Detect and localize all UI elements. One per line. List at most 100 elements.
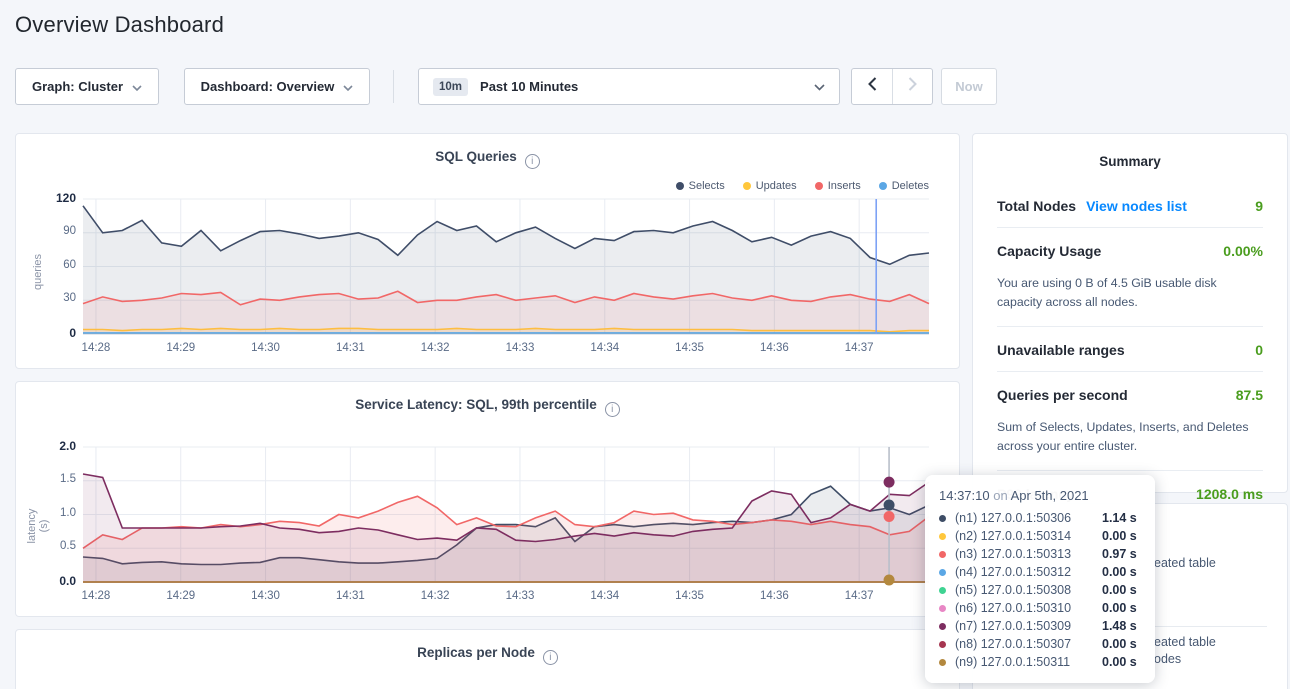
node-dot-icon [939,515,946,522]
node-latency-value: 0.00 s [1102,637,1137,651]
now-button[interactable]: Now [941,68,997,105]
y-axis-tick: 90 [44,225,76,237]
y-axis-tick: 120 [44,191,76,205]
x-axis-tick: 14:28 [72,342,120,354]
time-range-label: Past 10 Minutes [480,79,802,94]
node-latency-value: 1.14 s [1102,511,1137,525]
x-axis-tick: 14:35 [666,342,714,354]
summary-panel: Summary Total Nodes View nodes list 9 Ca… [972,133,1288,493]
y-axis-tick: 0.0 [44,574,76,588]
y-axis-tick: 0 [44,326,76,340]
queries-per-second-description: Sum of Selects, Updates, Inserts, and De… [997,416,1263,470]
x-axis-tick: 14:29 [157,342,205,354]
capacity-usage-row: Capacity Usage 0.00% [997,227,1263,272]
event-text-fragment: eated table [1154,556,1216,570]
x-axis-tick: 14:33 [496,342,544,354]
node-dot-icon [939,587,946,594]
info-icon[interactable]: i [605,402,620,417]
x-axis-tick: 14:29 [157,590,205,602]
node-address: (n5) 127.0.0.1:50308 [955,583,1102,597]
node-address: (n7) 127.0.0.1:50309 [955,619,1102,633]
node-dot-icon [939,569,946,576]
service-latency-chart[interactable] [83,447,929,582]
chevron-down-icon [132,79,142,94]
x-axis-tick: 14:37 [835,342,883,354]
node-dot-icon [939,605,946,612]
node-address: (n2) 127.0.0.1:50314 [955,529,1102,543]
y-axis-tick: 0.5 [44,540,76,552]
page-title: Overview Dashboard [15,12,224,38]
service-latency-title: Service Latency: SQL, 99th percentilei [16,382,959,417]
queries-per-second-row: Queries per second 87.5 [997,371,1263,416]
tooltip-node-row: (n8) 127.0.0.1:503070.00 s [939,635,1141,653]
x-axis-tick: 14:37 [835,590,883,602]
node-dot-icon [939,551,946,558]
node-dot-icon [939,659,946,666]
node-address: (n9) 127.0.0.1:50311 [955,655,1102,669]
info-icon[interactable]: i [525,154,540,169]
event-text-fragment: odes [1154,652,1181,666]
tooltip-node-row: (n6) 127.0.0.1:503100.00 s [939,599,1141,617]
x-axis-tick: 14:28 [72,590,120,602]
chart-tooltip: 14:37:10 on Apr 5th, 2021 (n1) 127.0.0.1… [925,475,1155,683]
y-axis-tick: 30 [44,292,76,304]
sql-queries-panel: SQL Queriesi Selects Updates Inserts Del… [15,133,960,369]
capacity-usage-value: 0.00% [1223,243,1263,259]
unavailable-ranges-value: 0 [1255,342,1263,358]
chevron-right-icon [908,77,917,96]
x-axis-tick: 14:30 [242,342,290,354]
x-axis-tick: 14:32 [411,342,459,354]
next-time-button[interactable] [892,69,932,104]
node-dot-icon [939,623,946,630]
dashboard-dropdown[interactable]: Dashboard: Overview [184,68,370,105]
tooltip-timestamp: 14:37:10 on Apr 5th, 2021 [939,488,1141,503]
info-icon[interactable]: i [543,650,558,665]
node-latency-value: 0.00 s [1102,529,1137,543]
queries-per-second-label: Queries per second [997,387,1128,403]
capacity-usage-label: Capacity Usage [997,243,1101,259]
replicas-per-node-panel: Replicas per Nodei [15,629,960,689]
total-nodes-label: Total Nodes [997,198,1076,214]
node-latency-value: 1.48 s [1102,619,1137,633]
time-range-dropdown[interactable]: 10m Past 10 Minutes [418,68,840,105]
queries-per-second-value: 87.5 [1236,387,1263,403]
x-axis-tick: 14:31 [326,590,374,602]
x-axis-tick: 14:36 [750,342,798,354]
sql-queries-chart[interactable] [83,199,929,334]
dashboard-dropdown-label: Dashboard: Overview [201,79,335,94]
tooltip-node-row: (n3) 127.0.0.1:503130.97 s [939,545,1141,563]
prev-time-button[interactable] [852,69,892,104]
tooltip-node-row: (n2) 127.0.0.1:503140.00 s [939,527,1141,545]
node-dot-icon [939,533,946,540]
sql-queries-title: SQL Queriesi [16,134,959,169]
event-text-fragment: eated table [1154,635,1216,649]
node-address: (n1) 127.0.0.1:50306 [955,511,1102,525]
x-axis-tick: 14:35 [666,590,714,602]
service-latency-panel: Service Latency: SQL, 99th percentilei l… [15,381,960,617]
tooltip-node-row: (n7) 127.0.0.1:503091.48 s [939,617,1141,635]
summary-title: Summary [997,134,1263,169]
x-axis-tick: 14:36 [750,590,798,602]
chevron-down-icon [814,78,825,96]
tooltip-node-row: (n5) 127.0.0.1:503080.00 s [939,581,1141,599]
x-axis-tick: 14:33 [496,590,544,602]
node-latency-value: 0.00 s [1102,601,1137,615]
x-axis-tick: 14:32 [411,590,459,602]
p99-latency-value: 1208.0 ms [1196,486,1263,502]
y-axis-unit-label: queries [32,252,44,292]
node-address: (n4) 127.0.0.1:50312 [955,565,1102,579]
y-axis-tick: 1.0 [44,507,76,519]
x-axis-tick: 14:31 [326,342,374,354]
y-axis-tick: 60 [44,259,76,271]
y-axis-tick: 1.5 [44,473,76,485]
node-latency-value: 0.00 s [1102,583,1137,597]
capacity-usage-description: You are using 0 B of 4.5 GiB usable disk… [997,272,1263,326]
tooltip-rows: (n1) 127.0.0.1:503061.14 s(n2) 127.0.0.1… [939,509,1141,671]
node-latency-value: 0.00 s [1102,655,1137,669]
node-latency-value: 0.97 s [1102,547,1137,561]
node-address: (n8) 127.0.0.1:50307 [955,637,1102,651]
x-axis-tick: 14:30 [242,590,290,602]
view-nodes-list-link[interactable]: View nodes list [1086,198,1187,214]
replicas-per-node-title: Replicas per Nodei [16,630,959,665]
graph-dropdown[interactable]: Graph: Cluster [15,68,159,105]
